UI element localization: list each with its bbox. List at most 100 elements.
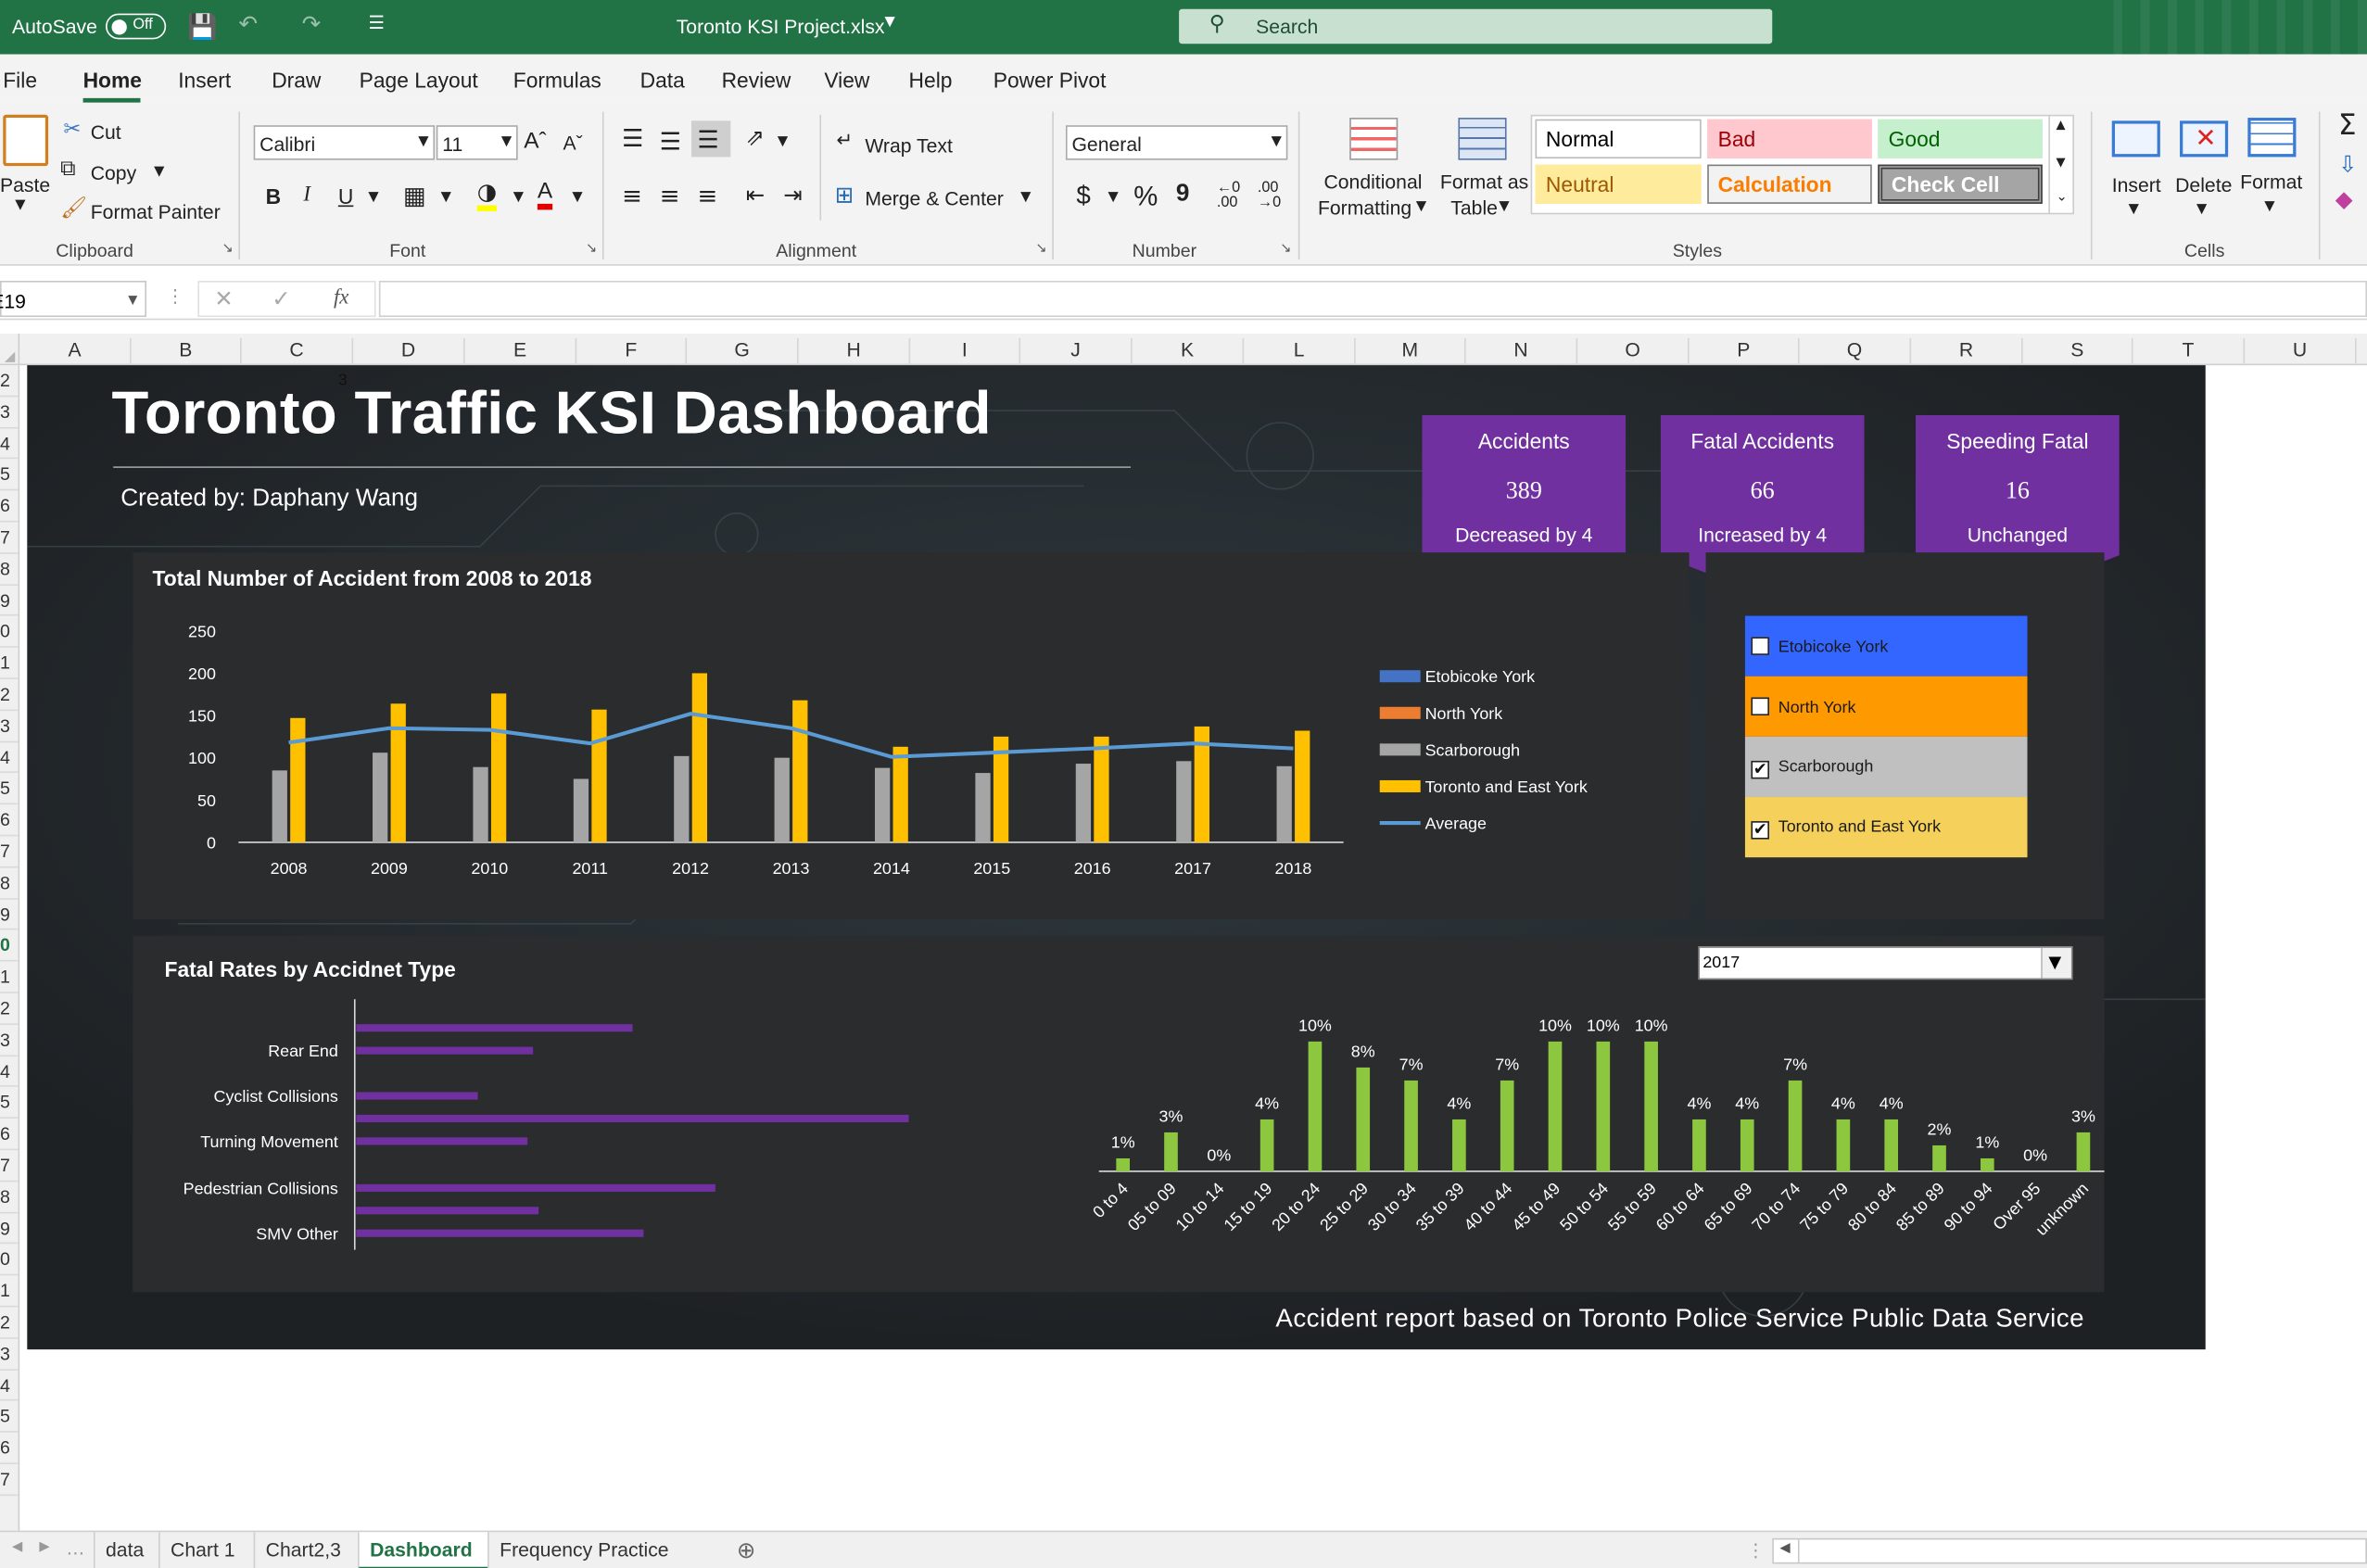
copy-icon[interactable]: ⧉ [60, 157, 75, 181]
row-header[interactable]: 7 [0, 1464, 19, 1496]
redo-icon[interactable]: ↷ [302, 10, 321, 37]
clear-icon[interactable]: ◆ [2335, 185, 2353, 212]
save-icon[interactable]: 💾 [187, 12, 217, 41]
row-header[interactable]: 8 [0, 867, 19, 900]
row-header[interactable]: 7 [0, 836, 19, 868]
select-all-button[interactable] [0, 333, 20, 366]
row-header[interactable]: 9 [0, 585, 19, 617]
italic-icon[interactable]: I [303, 184, 310, 209]
format-as-label[interactable]: Format as [1440, 171, 1528, 193]
name-box[interactable]: E19 ▼ [0, 280, 146, 318]
column-header[interactable]: I [910, 337, 1021, 366]
styles-scroll[interactable]: ▲ ▼ ⌄ [2048, 114, 2074, 215]
column-header[interactable]: L [1244, 337, 1356, 366]
align-left-icon[interactable]: ≡ [622, 181, 642, 209]
chevron-down-icon[interactable]: ▼ [1416, 199, 1426, 214]
slicer-item-toronto-and-east-york[interactable]: ✔ Toronto and East York [1744, 797, 2028, 858]
column-header[interactable]: H [799, 337, 911, 366]
fill-color-icon[interactable]: ◑ [476, 178, 498, 212]
row-header[interactable]: 2 [0, 993, 19, 1025]
chevron-down-icon[interactable]: ▼ [513, 190, 524, 205]
scroll-right-icon[interactable]: ▶ [39, 1539, 49, 1554]
bold-icon[interactable]: B [266, 184, 281, 209]
align-bottom-button[interactable]: ☰ [691, 120, 731, 158]
row-header[interactable]: 1 [0, 1276, 19, 1308]
format-painter-icon[interactable]: 🖌 [60, 196, 87, 221]
decrease-decimal-icon[interactable]: .00 →0 [1258, 181, 1281, 211]
sheet-tab-dashboard[interactable]: Dashboard [358, 1532, 488, 1568]
format-cells-icon[interactable] [2247, 118, 2297, 158]
add-sheet-icon[interactable]: ⊕ [737, 1536, 755, 1563]
column-header[interactable]: N [1466, 337, 1578, 366]
formatting-label[interactable]: Formatting [1318, 196, 1411, 219]
dialog-launcher-icon[interactable]: ↘ [1280, 242, 1291, 257]
font-name-select[interactable]: Calibri ▼ [253, 125, 436, 160]
style-neutral[interactable]: Neutral [1535, 164, 1702, 204]
align-middle-icon[interactable]: ☰ [660, 127, 681, 156]
row-header[interactable]: 3 [0, 1338, 19, 1371]
delete-button[interactable]: Delete [2175, 173, 2232, 196]
copy-button[interactable]: Copy [91, 161, 136, 183]
row-header[interactable]: 6 [0, 491, 19, 523]
percent-icon[interactable]: % [1133, 181, 1158, 212]
file-name[interactable]: Toronto KSI Project.xlsx [677, 15, 885, 37]
align-top-icon[interactable]: ☰ [622, 124, 643, 153]
column-header[interactable]: O [1577, 337, 1690, 366]
increase-font-icon[interactable]: Aˆ [524, 128, 546, 154]
autosum-icon[interactable]: Σ [2338, 108, 2357, 142]
increase-indent-icon[interactable]: ⇥ [783, 181, 802, 208]
autosave-toggle[interactable]: Off [106, 13, 167, 40]
row-header[interactable]: 5 [0, 774, 19, 805]
delete-cells-icon[interactable]: ✕ [2180, 120, 2229, 158]
row-header[interactable]: 2 [0, 1308, 19, 1339]
menu-review[interactable]: Review [722, 68, 791, 92]
chevron-down-icon[interactable]: ▼ [778, 134, 788, 149]
menu-formulas[interactable]: Formulas [513, 68, 601, 92]
chevron-down-icon[interactable]: ▼ [1499, 199, 1509, 214]
column-header[interactable]: B [132, 337, 242, 366]
more-sheets-icon[interactable]: … [67, 1538, 85, 1560]
chevron-down-icon[interactable]: ▼ [441, 190, 451, 205]
insert-cells-icon[interactable] [2111, 120, 2160, 158]
customize-toolbar-icon[interactable]: ☰ [368, 12, 385, 33]
column-header[interactable]: C [242, 337, 354, 366]
column-header[interactable]: M [1356, 337, 1466, 366]
conditional-formatting-icon[interactable] [1349, 118, 1399, 160]
row-header[interactable]: 3 [0, 1025, 19, 1056]
scroll-left-icon[interactable]: ◀ [12, 1539, 22, 1554]
row-header[interactable]: 8 [0, 1182, 19, 1213]
checkbox-unchecked-icon[interactable] [1751, 637, 1769, 655]
column-header[interactable]: F [576, 337, 688, 366]
column-header[interactable]: P [1690, 337, 1800, 366]
menu-home[interactable]: Home [82, 68, 142, 103]
undo-icon[interactable]: ↶ [238, 10, 257, 37]
column-header[interactable]: K [1133, 337, 1245, 366]
search-box[interactable]: ⚲ Search [1179, 8, 1773, 44]
formula-input[interactable] [378, 280, 2367, 318]
row-header[interactable]: 0 [0, 930, 19, 962]
column-header[interactable]: D [353, 337, 465, 366]
row-header[interactable]: 7 [0, 523, 19, 554]
style-good[interactable]: Good [1878, 119, 2043, 159]
borders-icon[interactable]: ▦ [403, 181, 426, 209]
row-header[interactable]: 6 [0, 804, 19, 837]
wrap-text-button[interactable]: Wrap Text [865, 134, 953, 157]
row-header[interactable]: 5 [0, 460, 19, 491]
row-header[interactable]: 4 [0, 428, 19, 460]
menu-view[interactable]: View [824, 68, 869, 92]
row-header[interactable]: 2 [0, 365, 19, 398]
style-normal[interactable]: Normal [1535, 119, 1702, 159]
insert-button[interactable]: Insert [2112, 173, 2161, 196]
orientation-icon[interactable]: ⇗ [746, 124, 765, 151]
insert-function-icon[interactable]: fx [334, 286, 348, 310]
column-header[interactable]: S [2023, 337, 2133, 366]
column-header[interactable]: A [19, 337, 132, 366]
currency-icon[interactable]: $ [1076, 181, 1090, 211]
checkbox-unchecked-icon[interactable] [1751, 697, 1769, 716]
row-header[interactable]: 9 [0, 899, 19, 930]
chevron-down-icon[interactable]: ▼ [368, 190, 378, 205]
format-painter-button[interactable]: Format Painter [91, 201, 221, 223]
sheet-tab-chart2-3[interactable]: Chart2,3 [253, 1532, 358, 1568]
row-header[interactable]: 6 [0, 1433, 19, 1464]
chevron-down-icon[interactable]: ▼ [884, 15, 894, 30]
